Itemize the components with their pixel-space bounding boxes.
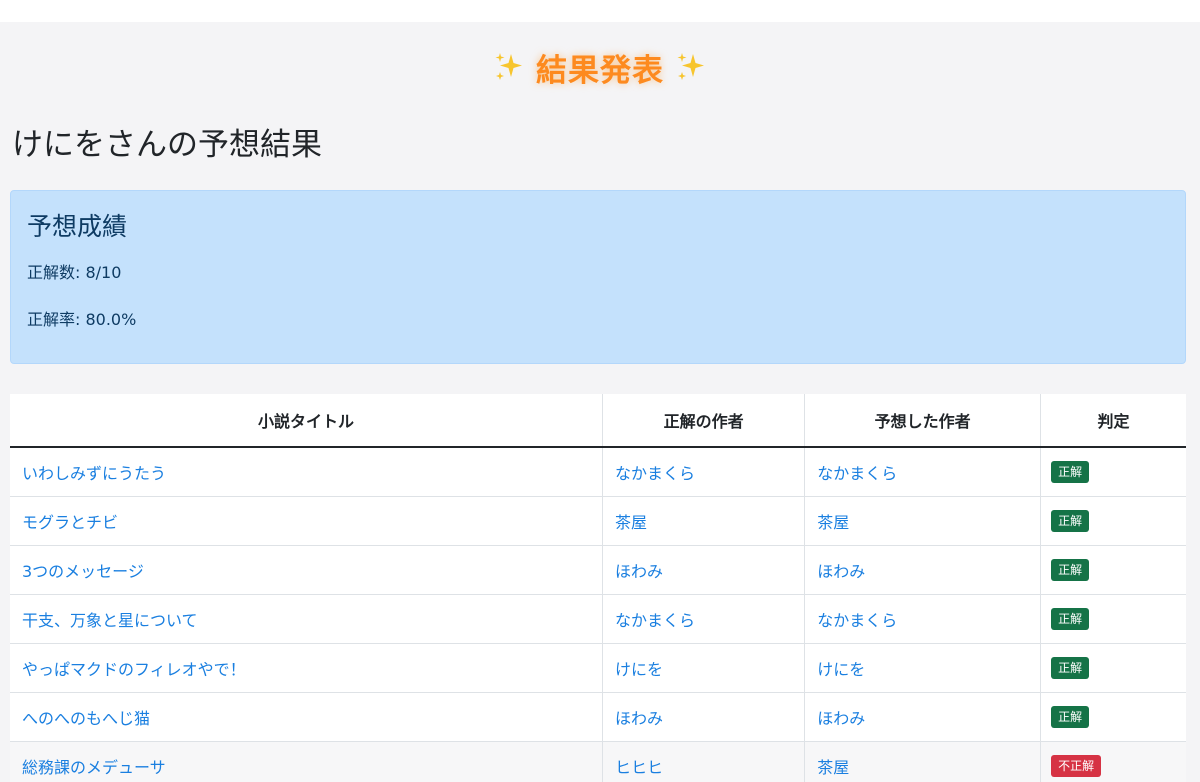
novel-title-link[interactable]: いわしみずにうたう [22, 464, 166, 483]
table-row: 3つのメッセージ ほわみ ほわみ 正解 [10, 545, 1186, 595]
table-row: やっぱマクドのフィレオやで！ けにを けにを 正解 [10, 643, 1186, 693]
sparkles-icon [677, 53, 704, 80]
correct-author-link[interactable]: なかまくら [615, 611, 695, 630]
correct-author-link[interactable]: なかまくら [615, 464, 695, 483]
sparkles-icon [495, 53, 522, 80]
correct-author-link[interactable]: ほわみ [615, 709, 663, 728]
judgement-badge: 不正解 [1051, 754, 1102, 777]
correct-count: 正解数: 8/10 [27, 263, 122, 282]
guessed-author-link[interactable]: ほわみ [817, 562, 865, 581]
novel-title-link[interactable]: モグラとチビ [22, 513, 118, 532]
judgement-badge: 正解 [1051, 607, 1090, 630]
judgement-badge: 正解 [1051, 705, 1090, 728]
table-row: 総務課のメデューサ ヒヒヒ 茶屋 不正解 [10, 741, 1186, 782]
correct-author-link[interactable]: ほわみ [615, 562, 663, 581]
results-page: 結果発表 けにをさんの予想結果 予想成績 正解数: 8/10 正解率: 80.0… [0, 22, 1200, 782]
user-prediction-heading: けにをさんの予想結果 [12, 127, 322, 163]
guessed-author-link[interactable]: けにを [817, 660, 865, 679]
table-row: へのへのもへじ猫 ほわみ ほわみ 正解 [10, 692, 1186, 742]
judgement-badge: 正解 [1051, 656, 1090, 679]
table-row: モグラとチビ 茶屋 茶屋 正解 [10, 496, 1186, 546]
table-row: 干支、万象と星について なかまくら なかまくら 正解 [10, 594, 1186, 644]
prediction-score-panel: 予想成績 正解数: 8/10 正解率: 80.0% [10, 190, 1186, 364]
correct-rate: 正解率: 80.0% [27, 310, 137, 329]
header-judgement: 判定 [1040, 394, 1186, 448]
header-correct-author: 正解の作者 [602, 394, 806, 448]
results-banner-title: 結果発表 [536, 52, 664, 89]
table-row: いわしみずにうたう なかまくら なかまくら 正解 [10, 447, 1186, 497]
guessed-author-link[interactable]: 茶屋 [817, 758, 849, 777]
judgement-badge: 正解 [1051, 558, 1090, 581]
table-header-row: 小説タイトル 正解の作者 予想した作者 判定 [10, 394, 1186, 448]
novel-title-link[interactable]: やっぱマクドのフィレオやで！ [22, 660, 246, 679]
correct-author-link[interactable]: けにを [615, 660, 663, 679]
novel-title-link[interactable]: 総務課のメデューサ [22, 758, 166, 777]
results-table: 小説タイトル 正解の作者 予想した作者 判定 いわしみずにうたう なかまくら な… [10, 394, 1186, 782]
score-panel-title: 予想成績 [27, 212, 128, 241]
header-novel-title: 小説タイトル [10, 394, 604, 448]
correct-author-link[interactable]: ヒヒヒ [615, 758, 663, 777]
results-banner: 結果発表 [0, 22, 1200, 112]
judgement-badge: 正解 [1051, 509, 1090, 532]
correct-author-link[interactable]: 茶屋 [615, 513, 647, 532]
judgement-badge: 正解 [1051, 460, 1090, 483]
novel-title-link[interactable]: 3つのメッセージ [22, 562, 144, 581]
header-guessed-author: 予想した作者 [804, 394, 1042, 448]
guessed-author-link[interactable]: ほわみ [817, 709, 865, 728]
novel-title-link[interactable]: へのへのもへじ猫 [22, 709, 150, 728]
guessed-author-link[interactable]: 茶屋 [817, 513, 849, 532]
guessed-author-link[interactable]: なかまくら [817, 611, 897, 630]
novel-title-link[interactable]: 干支、万象と星について [22, 611, 198, 630]
guessed-author-link[interactable]: なかまくら [817, 464, 897, 483]
